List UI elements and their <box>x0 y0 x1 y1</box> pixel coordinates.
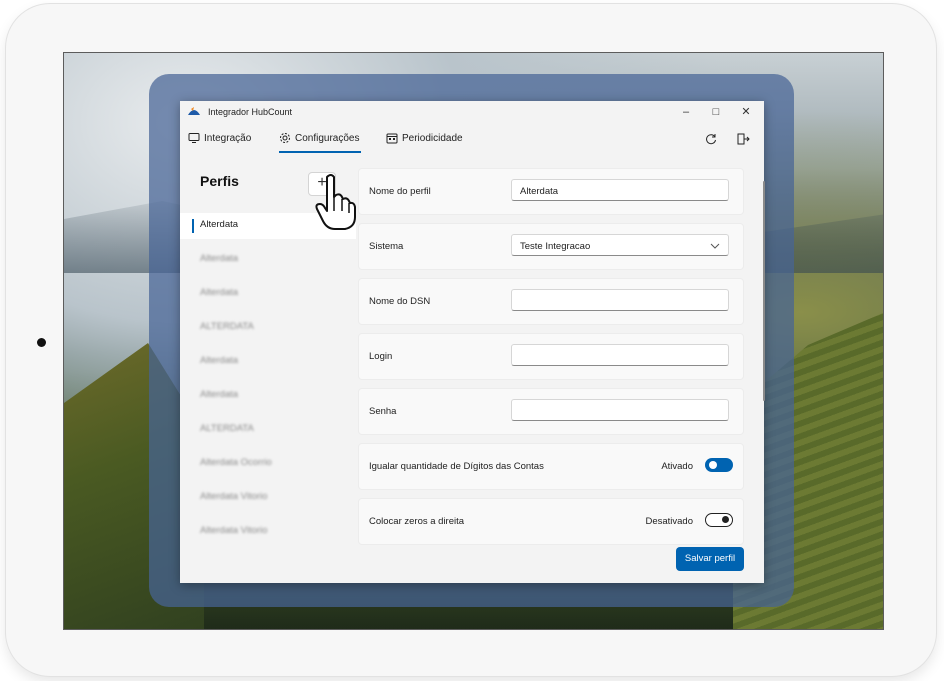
list-item-label: Alterdata <box>200 253 239 264</box>
gear-icon <box>280 133 290 143</box>
form-scrollbar[interactable] <box>763 181 765 401</box>
list-item-label: ALTERDATA <box>200 321 254 332</box>
row-nome-dsn: Nome do DSN <box>358 278 744 325</box>
refresh-icon[interactable] <box>704 132 718 146</box>
row-senha: Senha <box>358 388 744 435</box>
tab-periodicidade[interactable]: Periodicidade <box>386 132 463 144</box>
title-bar[interactable]: Integrador HubCount – □ ✕ <box>180 101 764 123</box>
maximize-button[interactable]: □ <box>706 104 726 120</box>
list-item-label: Alterdata Vitorio <box>200 491 268 502</box>
toggle-state-text: Ativado <box>661 461 693 472</box>
chevron-down-icon <box>710 243 720 249</box>
app-logo-icon <box>188 107 200 115</box>
toggle-knob <box>709 461 717 469</box>
sidebar-title: Perfis <box>200 173 239 189</box>
save-profile-button[interactable]: Salvar perfil <box>676 547 744 571</box>
list-item[interactable]: Alterdata <box>180 281 356 307</box>
list-item-label: Alterdata <box>200 355 239 366</box>
monitor-icon <box>188 133 200 143</box>
row-login: Login <box>358 333 744 380</box>
camera-icon <box>37 338 46 347</box>
login-input[interactable] <box>511 344 729 366</box>
logout-icon[interactable] <box>736 132 750 146</box>
tab-label: Periodicidade <box>402 132 463 144</box>
row-zeros-direita: Colocar zeros a direita Desativado <box>358 498 744 545</box>
close-button[interactable]: ✕ <box>736 104 756 120</box>
row-sistema: Sistema Teste Integracao <box>358 223 744 270</box>
minimize-button[interactable]: – <box>676 104 696 120</box>
list-item-label: Alterdata <box>200 287 239 298</box>
right-zeros-toggle[interactable] <box>705 513 733 527</box>
profile-name-input[interactable]: Alterdata <box>511 179 729 201</box>
list-item-label: Alterdata <box>200 389 239 400</box>
equalize-digits-toggle[interactable] <box>705 458 733 472</box>
password-input[interactable] <box>511 399 729 421</box>
list-item-label: Alterdata Vitorio <box>200 525 268 536</box>
tab-integracao[interactable]: Integração <box>188 132 251 144</box>
list-item[interactable]: Alterdata <box>180 349 356 375</box>
list-item[interactable]: Alterdata Vitorio <box>180 519 356 545</box>
list-item[interactable]: ALTERDATA <box>180 315 356 341</box>
row-igualar-digitos: Igualar quantidade de Dígitos das Contas… <box>358 443 744 490</box>
toggle-state-text: Desativado <box>645 516 693 527</box>
list-item-label: ALTERDATA <box>200 423 254 434</box>
system-select[interactable]: Teste Integracao <box>511 234 729 256</box>
toggle-label: Igualar quantidade de Dígitos das Contas <box>369 461 544 472</box>
list-item[interactable]: Alterdata <box>180 383 356 409</box>
list-item[interactable]: Alterdata Vitorio <box>180 485 356 511</box>
field-value: Alterdata <box>520 186 559 197</box>
tab-configuracoes[interactable]: Configurações <box>279 132 359 144</box>
calendar-icon <box>386 133 398 144</box>
window-title: Integrador HubCount <box>208 107 293 117</box>
field-label: Senha <box>369 406 397 417</box>
list-item[interactable]: ALTERDATA <box>180 417 356 443</box>
field-value: Teste Integracao <box>520 241 591 252</box>
list-item-label: Alterdata Ocorrio <box>200 457 272 468</box>
list-item[interactable]: Alterdata Ocorrio <box>180 451 356 477</box>
field-label: Sistema <box>369 241 404 252</box>
app-window: Integrador HubCount – □ ✕ Integração Con… <box>180 101 765 583</box>
field-label: Nome do DSN <box>369 296 431 307</box>
list-item[interactable]: Alterdata <box>180 247 356 273</box>
field-label: Login <box>369 351 393 362</box>
list-item-label: Alterdata <box>200 219 239 230</box>
hand-pointer-icon <box>315 174 356 230</box>
row-nome-perfil: Nome do perfil Alterdata <box>358 168 744 215</box>
nav-bar: Integração Configurações Periodicidade <box>180 123 764 153</box>
dsn-name-input[interactable] <box>511 289 729 311</box>
toggle-label: Colocar zeros a direita <box>369 516 465 527</box>
tab-label: Configurações <box>295 132 360 144</box>
field-label: Nome do perfil <box>369 186 431 197</box>
tab-label: Integração <box>204 132 252 144</box>
toggle-knob <box>722 516 729 523</box>
